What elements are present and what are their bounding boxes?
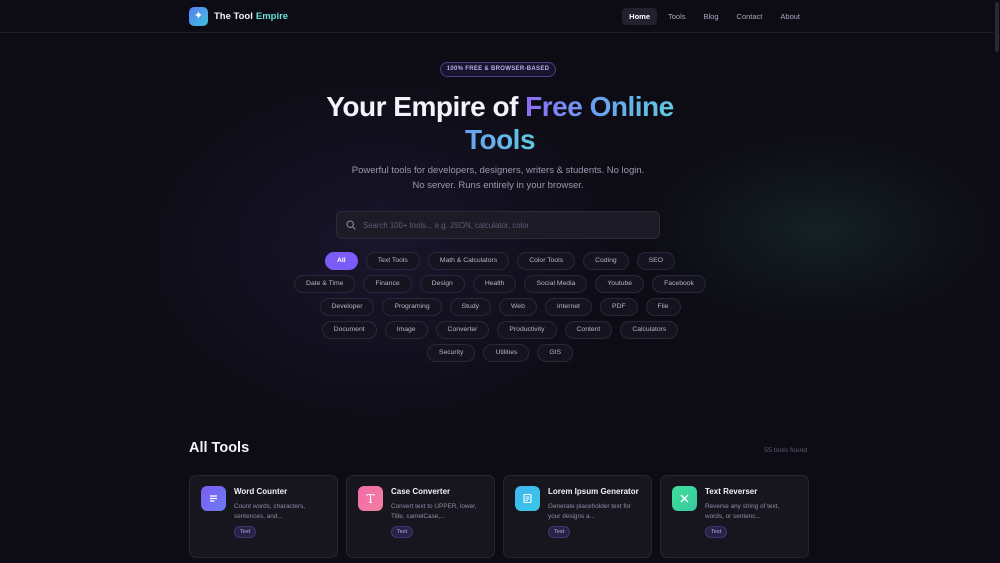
- chip-finance[interactable]: Finance: [363, 275, 412, 293]
- card-title: Text Reverser: [705, 487, 758, 496]
- tools-count: 55 tools found: [764, 447, 807, 454]
- chip-coding[interactable]: Coding: [583, 252, 629, 270]
- nav-link-blog[interactable]: Blog: [697, 8, 726, 25]
- card-description: Count words, characters, sentences, and.…: [234, 502, 306, 520]
- chip-study[interactable]: Study: [449, 298, 492, 316]
- chip-pdf[interactable]: PDF: [599, 298, 638, 316]
- chip-calculators[interactable]: Calculators: [620, 321, 679, 339]
- chip-color-tools[interactable]: Color Tools: [517, 252, 576, 270]
- card-tag: Text: [234, 525, 257, 538]
- top-navbar: ✦ The Tool Empire Home Tools Blog Contac…: [0, 0, 1000, 33]
- section-title: All Tools: [189, 440, 250, 456]
- nav-link-contact[interactable]: Contact: [730, 8, 770, 25]
- card-body: Lorem Ipsum Generator Generate placehold…: [548, 486, 639, 547]
- chip-gis[interactable]: GIS: [537, 344, 574, 362]
- tool-cards: Word Counter Count words, characters, se…: [189, 475, 809, 558]
- chip-internet[interactable]: Internet: [544, 298, 592, 316]
- card-body: Text Reverser Reverse any string of text…: [705, 486, 791, 547]
- nav-link-tools[interactable]: Tools: [661, 8, 693, 25]
- chip-programing[interactable]: Programing: [382, 298, 442, 316]
- card-tag: Text: [391, 525, 414, 538]
- chip-all[interactable]: All: [325, 252, 358, 270]
- tool-card-lorem-ipsum[interactable]: Lorem Ipsum Generator Generate placehold…: [503, 475, 652, 558]
- t-letter-icon: T: [358, 486, 383, 511]
- category-filter: All Text Tools Math & Calculators Color …: [294, 252, 706, 367]
- nav-link-home[interactable]: Home: [622, 8, 657, 25]
- card-body: Case Converter Convert text to UPPER, lo…: [391, 486, 477, 547]
- hero-title: Your Empire of Free Online Tools: [250, 90, 750, 156]
- chip-image[interactable]: Image: [384, 321, 428, 339]
- chip-row: Security Utilities GIS: [300, 344, 700, 362]
- card-title: Word Counter: [234, 487, 288, 496]
- nav-links: Home Tools Blog Contact About: [622, 8, 807, 25]
- lines-icon: [201, 486, 226, 511]
- card-title: Case Converter: [391, 487, 451, 496]
- chip-productivity[interactable]: Productivity: [497, 321, 557, 339]
- document-icon: [515, 486, 540, 511]
- chip-web[interactable]: Web: [499, 298, 537, 316]
- brand-name: The Tool: [214, 11, 253, 22]
- chip-utilities[interactable]: Utilities: [483, 344, 530, 362]
- chip-developer[interactable]: Developer: [319, 298, 375, 316]
- chip-math-calculators[interactable]: Math & Calculators: [427, 252, 510, 270]
- search-bar[interactable]: [336, 211, 660, 239]
- card-body: Word Counter Count words, characters, se…: [234, 486, 320, 547]
- chip-file[interactable]: File: [645, 298, 681, 316]
- chip-social-media[interactable]: Social Media: [524, 275, 588, 293]
- scrollbar-thumb[interactable]: [995, 2, 999, 52]
- sparkle-logo-icon: ✦: [189, 7, 208, 26]
- chip-youtube[interactable]: Youtube: [595, 275, 645, 293]
- nav-link-about[interactable]: About: [773, 8, 807, 25]
- chip-document[interactable]: Document: [321, 321, 377, 339]
- card-tag: Text: [705, 525, 728, 538]
- card-title: Lorem Ipsum Generator: [548, 487, 639, 496]
- chip-facebook[interactable]: Facebook: [652, 275, 706, 293]
- chip-seo[interactable]: SEO: [636, 252, 675, 270]
- chip-health[interactable]: Health: [472, 275, 517, 293]
- hero-title-line2: Tools: [464, 124, 536, 155]
- chip-row: Date & Time Finance Design Health Social…: [294, 275, 706, 293]
- tool-card-text-reverser[interactable]: Text Reverser Reverse any string of text…: [660, 475, 809, 558]
- chip-security[interactable]: Security: [426, 344, 476, 362]
- tool-card-case-converter[interactable]: T Case Converter Convert text to UPPER, …: [346, 475, 495, 558]
- tool-card-word-counter[interactable]: Word Counter Count words, characters, se…: [189, 475, 338, 558]
- card-description: Convert text to UPPER, lower, Title, cam…: [391, 502, 477, 520]
- chip-content[interactable]: Content: [564, 321, 613, 339]
- card-description: Generate placeholder text for your desig…: [548, 502, 631, 520]
- brand-name-accent: Empire: [255, 11, 289, 22]
- chip-row: Document Image Converter Productivity Co…: [300, 321, 700, 339]
- hero-title-gradient: Free Online: [525, 91, 674, 122]
- search-input[interactable]: [363, 220, 643, 230]
- card-tag: Text: [548, 525, 571, 538]
- chip-design[interactable]: Design: [419, 275, 465, 293]
- card-description: Reverse any string of text, words, or se…: [705, 502, 780, 520]
- chip-converter[interactable]: Converter: [435, 321, 490, 339]
- chip-row: Developer Programing Study Web Internet …: [300, 298, 700, 316]
- free-badge: 100% FREE & BROWSER-BASED: [440, 62, 556, 77]
- hero-subtitle: Powerful tools for developers, designers…: [351, 165, 645, 191]
- search-icon: [346, 220, 356, 230]
- hero-title-plain: Your Empire of: [326, 91, 526, 122]
- page-scrollbar[interactable]: [994, 0, 1000, 563]
- brand-logo-link[interactable]: ✦ The Tool Empire: [189, 7, 288, 26]
- cross-icon: [672, 486, 697, 511]
- chip-text-tools[interactable]: Text Tools: [365, 252, 420, 270]
- chip-row: All Text Tools Math & Calculators Color …: [300, 252, 700, 270]
- chip-date-time[interactable]: Date & Time: [294, 275, 356, 293]
